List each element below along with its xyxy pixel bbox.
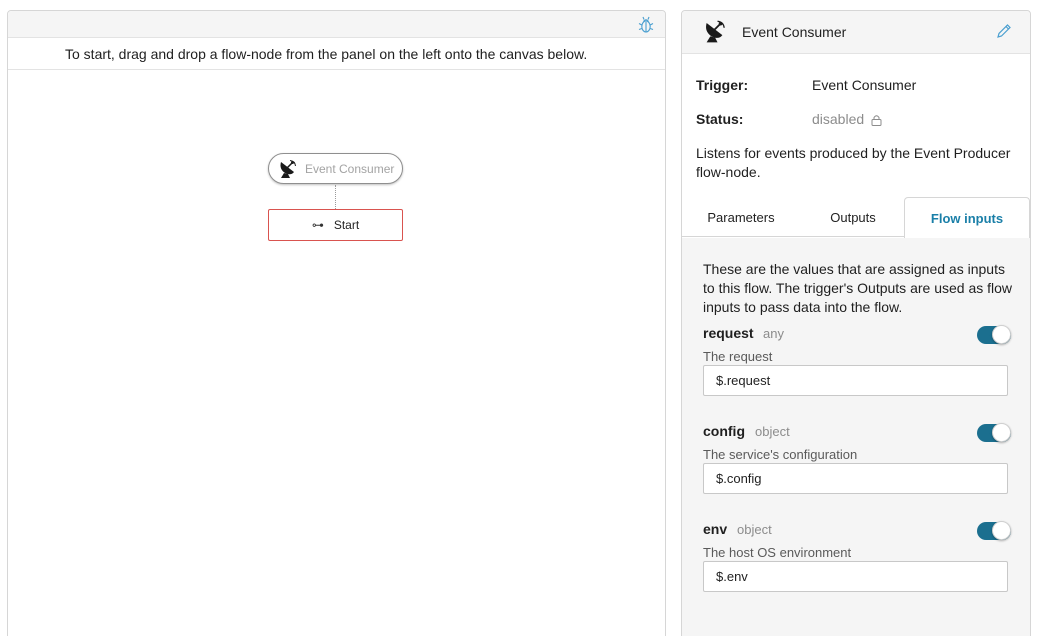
input-name: request [703,325,754,341]
input-type: object [737,522,772,537]
details-tabs: Parameters Outputs Flow inputs [682,197,1030,238]
satellite-dish-icon [278,159,297,179]
start-node-label: Start [333,218,360,232]
input-type: any [763,326,784,341]
lock-icon [871,113,882,126]
request-value-input[interactable] [703,365,1008,396]
canvas-hint: To start, drag and drop a flow-node from… [8,39,665,70]
input-help: The host OS environment [703,545,852,560]
details-title: Event Consumer [742,24,847,40]
flow-inputs-panel: These are the values that are assigned a… [682,238,1030,636]
config-value-input[interactable] [703,463,1008,494]
node-details-panel: Event Consumer Trigger: Event Consumer S… [681,10,1031,636]
status-key: Status: [696,111,744,127]
tab-parameters[interactable]: Parameters [682,197,800,237]
satellite-dish-icon [703,19,726,44]
input-name: config [703,423,745,439]
canvas-toolbar [8,11,665,38]
trigger-key: Trigger: [696,77,749,93]
flow-inputs-description: These are the values that are assigned a… [703,261,1013,315]
node-description: Listens for events produced by the Event… [696,145,1011,180]
toggle-knob [992,521,1011,540]
input-enabled-toggle[interactable] [977,521,1011,540]
trigger-value: Event Consumer [812,77,917,93]
trigger-node-label: Event Consumer [305,161,395,176]
status-value-text: disabled [812,111,865,127]
trigger-node[interactable]: Event Consumer [268,153,403,184]
env-value-input[interactable] [703,561,1008,592]
tab-outputs[interactable]: Outputs [794,197,912,237]
toggle-knob [992,325,1011,344]
input-type: object [755,424,790,439]
bug-icon[interactable] [638,16,654,34]
node-connector [335,185,336,209]
input-name: env [703,521,728,537]
input-enabled-toggle[interactable] [977,423,1011,442]
tab-flow-inputs[interactable]: Flow inputs [904,197,1030,238]
details-header: Event Consumer [682,11,1030,54]
start-node[interactable]: ⊶ Start [268,209,403,241]
link-arrow-icon: ⊶ [311,218,324,232]
status-value: disabled [812,111,882,127]
input-enabled-toggle[interactable] [977,325,1011,344]
pencil-icon[interactable] [996,23,1012,39]
input-help: The request [703,349,773,364]
flow-canvas-panel: To start, drag and drop a flow-node from… [7,10,666,636]
toggle-knob [992,423,1011,442]
input-help: The service's configuration [703,447,858,462]
